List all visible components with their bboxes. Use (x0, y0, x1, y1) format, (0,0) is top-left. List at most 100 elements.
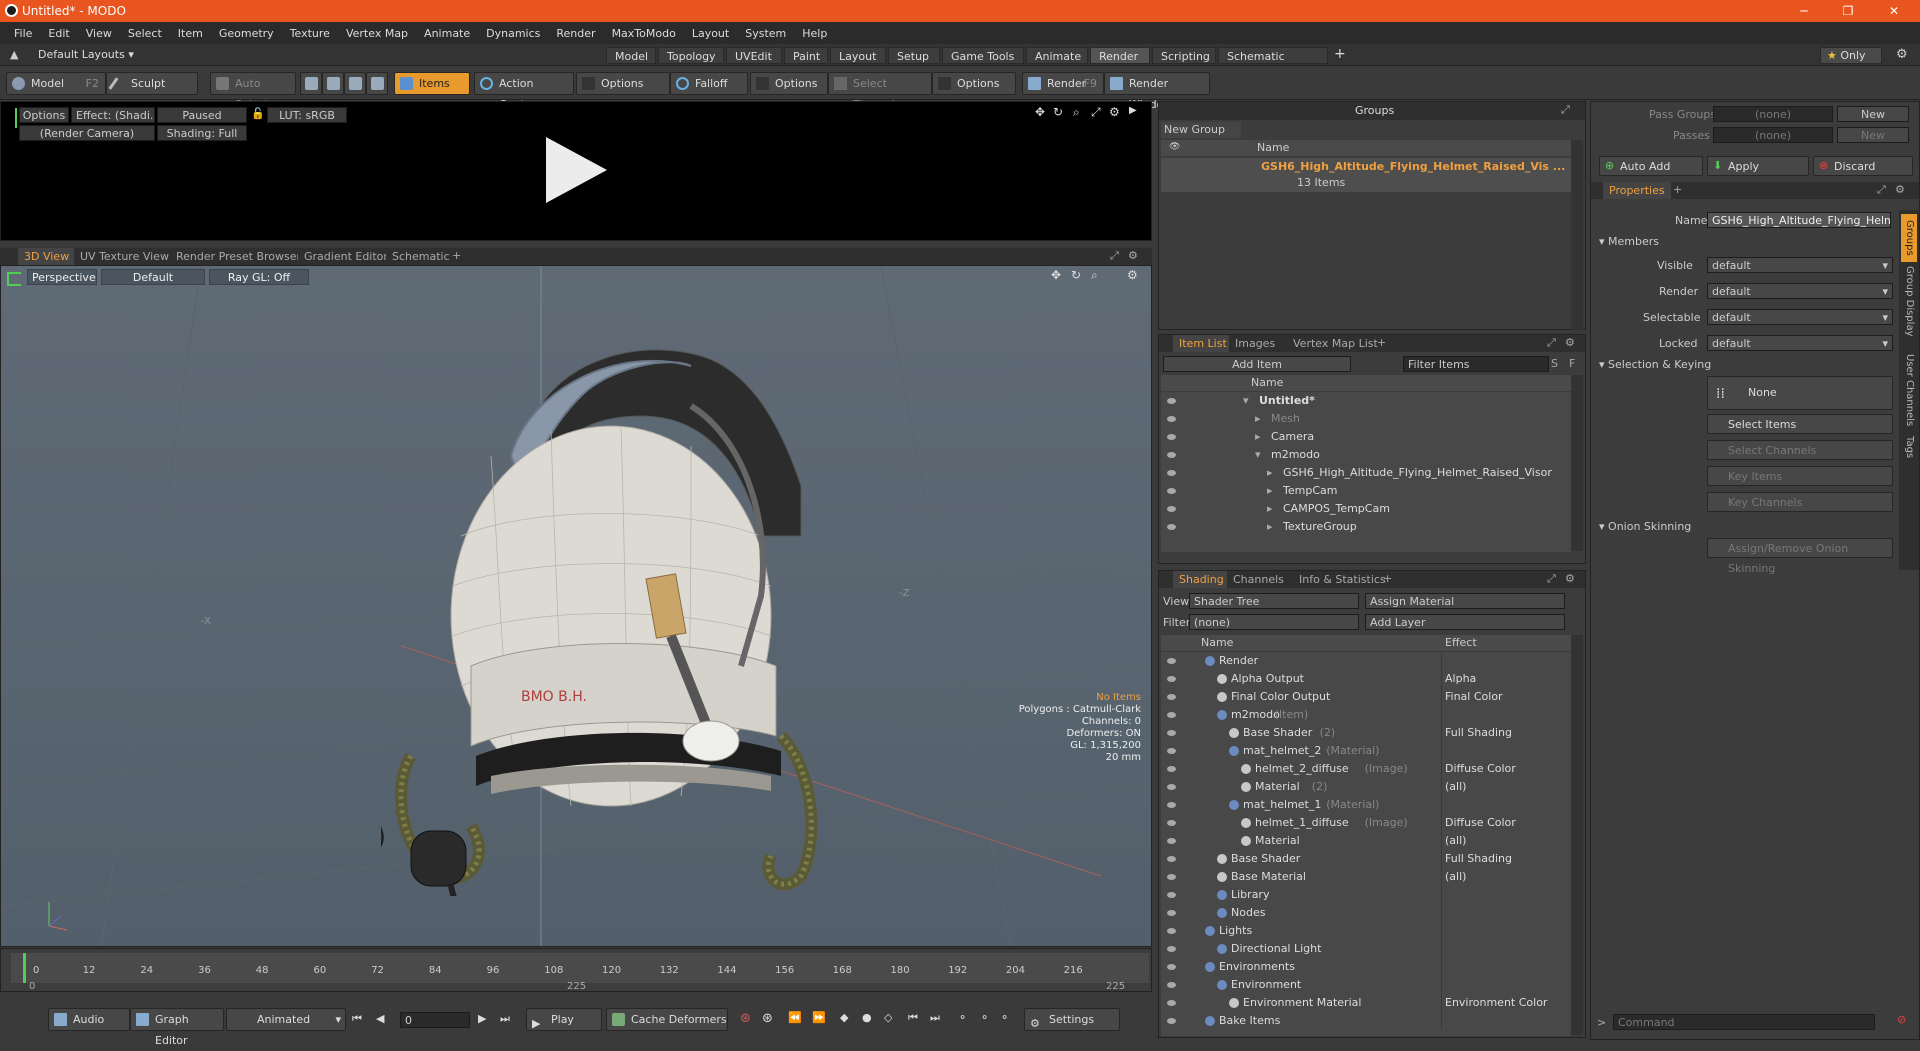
play-button[interactable]: ▶ Play (526, 1008, 602, 1031)
step-forward-icon[interactable]: ▶ (478, 1012, 486, 1025)
filter-dropdown[interactable]: (none) (1189, 614, 1359, 630)
frame-input[interactable]: 0 (400, 1012, 470, 1028)
shader-row[interactable]: Lights (1161, 922, 1571, 940)
eye-icon[interactable] (1167, 694, 1176, 700)
skip-end-icon[interactable]: ⏭ (500, 1012, 510, 1026)
tab-properties[interactable]: Properties (1603, 182, 1671, 199)
menu-animate[interactable]: Animate (416, 27, 478, 40)
action-center-options-button[interactable]: Options (576, 72, 670, 95)
skip-start-icon[interactable]: ⏮ (352, 1012, 362, 1026)
items-mode-button[interactable]: Items (394, 72, 470, 95)
shader-effect[interactable]: (all) (1445, 832, 1466, 850)
keyframe-filter-icon[interactable]: ⚬ (958, 1011, 967, 1024)
item-list-row[interactable]: ▸ GSH6_High_Altitude_Flying_Helmet_Raised… (1161, 464, 1571, 482)
tab-schematic-fusion[interactable]: Schematic Fusion (1218, 47, 1328, 80)
shader-effect[interactable]: Alpha (1445, 670, 1476, 688)
pan-icon[interactable]: ✥ (1051, 268, 1061, 282)
eye-icon[interactable] (1167, 838, 1176, 844)
render-dropdown[interactable]: default ▾ (1707, 283, 1893, 299)
menu-edit[interactable]: Edit (40, 27, 77, 40)
delete-key-icon[interactable]: ◇ (884, 1011, 892, 1024)
tab-item-list[interactable]: Item List (1173, 335, 1233, 352)
shading-dropdown[interactable]: Shading: Full (157, 125, 247, 141)
render-window-button[interactable]: Render Window (1104, 72, 1210, 111)
maximize-icon[interactable]: ⤢ (1110, 249, 1119, 263)
expand-arrow-icon[interactable]: ▸ (1267, 518, 1273, 536)
perspective-dropdown[interactable]: Perspective (27, 269, 97, 285)
eye-icon[interactable] (1167, 416, 1176, 422)
tab-paint[interactable]: Paint (784, 47, 828, 64)
maximize-button[interactable]: ❐ (1826, 0, 1870, 22)
cache-deformers-button[interactable]: Cache Deformers (606, 1008, 728, 1031)
graph-editor-button[interactable]: Graph Editor (130, 1008, 224, 1047)
eye-icon[interactable] (1167, 1000, 1176, 1006)
gear-icon[interactable]: ⚙ (1565, 336, 1575, 349)
eye-icon[interactable] (1167, 1018, 1176, 1024)
gear-icon[interactable]: ⚙ (1127, 268, 1138, 282)
add-tab-icon[interactable]: + (452, 249, 461, 262)
tab-uv-texture-view[interactable]: UV Texture View (74, 248, 175, 265)
shader-row[interactable]: Library (1161, 886, 1571, 904)
add-tab-icon[interactable]: + (1377, 336, 1386, 349)
item-list-row[interactable]: ▸ TextureGroup (1161, 518, 1571, 536)
new-group-button[interactable]: New Group (1161, 122, 1241, 138)
menu-system[interactable]: System (737, 27, 794, 40)
expand-arrow-icon[interactable]: ▸ (1255, 428, 1261, 446)
tab-game-tools[interactable]: Game Tools (942, 47, 1024, 64)
gear-icon[interactable]: ⚙ (1565, 572, 1575, 585)
eye-icon[interactable] (1167, 910, 1176, 916)
shader-effect[interactable]: Diffuse Color (1445, 814, 1516, 832)
preview-options-button[interactable]: Options (19, 107, 69, 123)
menu-help[interactable]: Help (794, 27, 835, 40)
eye-icon[interactable] (1167, 766, 1176, 772)
item-list-row[interactable]: ▾ m2modo (1161, 446, 1571, 464)
shader-effect[interactable]: Diffuse Color (1445, 760, 1516, 778)
tab-topology[interactable]: Topology (658, 47, 724, 64)
helmet-model[interactable]: BMO B.H. (381, 336, 901, 896)
falloff-options-button[interactable]: Options (750, 72, 828, 95)
menu-file[interactable]: File (6, 27, 40, 40)
rotate-icon[interactable]: ↻ (1053, 105, 1063, 119)
goto-prev-icon[interactable]: ⏮ (908, 1011, 918, 1025)
add-tab-icon[interactable]: + (1334, 46, 1346, 62)
tab-shading[interactable]: Shading (1173, 571, 1230, 588)
render-button[interactable]: Render F9 (1022, 72, 1104, 95)
select-items-button[interactable]: Select Items (1707, 414, 1893, 434)
eye-icon[interactable] (1167, 784, 1176, 790)
side-tab-user-channels[interactable]: User Channels (1901, 354, 1917, 432)
select-channels-button[interactable]: Select Channels (1707, 440, 1893, 460)
next-key-icon[interactable]: ⏩ (812, 1011, 826, 1024)
auto-key-icon[interactable]: ⊛ (762, 1011, 773, 1026)
select-through-options-button[interactable]: Options (932, 72, 1016, 95)
maximize-icon[interactable]: ⤢ (1547, 572, 1556, 586)
eye-icon[interactable] (1167, 748, 1176, 754)
tab-model[interactable]: Model (606, 47, 656, 64)
key-items-button[interactable]: Key Items (1707, 466, 1893, 486)
sculpt-mode-button[interactable]: Sculpt (106, 72, 198, 95)
eye-icon[interactable] (1167, 820, 1176, 826)
assign-material-button[interactable]: Assign Material (1365, 593, 1565, 609)
lock-icon[interactable]: 🔓 (251, 107, 265, 120)
eye-icon[interactable] (1167, 676, 1176, 682)
menu-geometry[interactable]: Geometry (211, 27, 282, 40)
keyframe-options-icon[interactable]: ⚬ (1000, 1011, 1009, 1024)
eye-icon[interactable] (1167, 434, 1176, 440)
menu-view[interactable]: View (78, 27, 120, 40)
tab-3d-view[interactable]: 3D View (18, 248, 76, 265)
tab-uvedit[interactable]: UVEdit (726, 47, 782, 64)
lut-dropdown[interactable]: LUT: sRGB (267, 107, 347, 123)
gear-icon[interactable]: ⚙ (1128, 249, 1138, 262)
assign-onion-button[interactable]: Assign/Remove Onion Skinning (1707, 538, 1893, 575)
menu-layout[interactable]: Layout (684, 27, 737, 40)
item-list-row[interactable]: ▸ TempCam (1161, 482, 1571, 500)
eye-icon[interactable] (1167, 982, 1176, 988)
menu-texture[interactable]: Texture (282, 27, 338, 40)
locked-dropdown[interactable]: default ▾ (1707, 335, 1893, 351)
apply-button[interactable]: ⬇ Apply (1707, 156, 1809, 176)
expand-arrow-icon[interactable]: ▾ (1255, 446, 1261, 464)
expand-arrow-icon[interactable]: ▾ (1243, 392, 1249, 410)
close-button[interactable]: ✕ (1872, 0, 1916, 22)
add-tab-icon[interactable]: + (1383, 572, 1392, 585)
eye-icon[interactable] (1167, 488, 1176, 494)
onion-skinning-section[interactable]: ▾ Onion Skinning (1599, 520, 1691, 533)
